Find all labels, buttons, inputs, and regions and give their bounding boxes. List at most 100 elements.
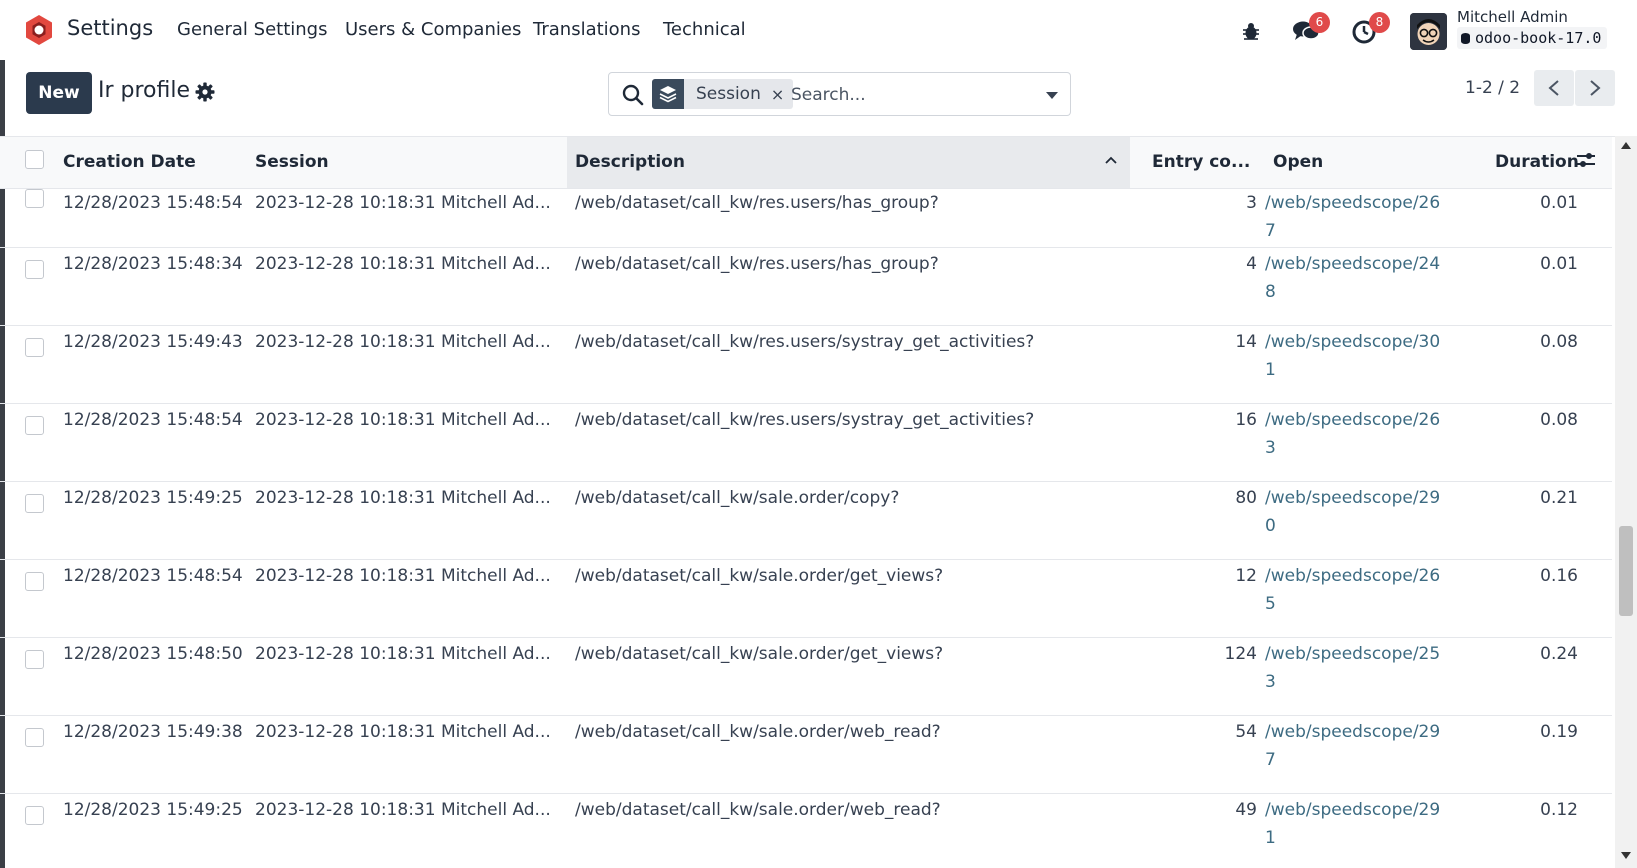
row-select-cell (0, 481, 63, 560)
cell-description: /web/dataset/call_kw/res.users/has_group… (567, 247, 1130, 326)
pager-value[interactable]: 1-2 / 2 (1465, 78, 1520, 98)
speedscope-link[interactable]: /web/speedscope/290 (1265, 484, 1445, 540)
column-entry-count[interactable]: Entry co... (1130, 137, 1265, 189)
cell-duration: 0.24 (1495, 637, 1612, 716)
facet-remove-icon[interactable]: × (771, 85, 793, 104)
database-name: odoo-book-17.0 (1457, 27, 1608, 49)
cell-session: 2023-12-28 10:18:31 Mitchell Ad... (255, 559, 567, 638)
row-select-cell (0, 325, 63, 404)
row-checkbox[interactable] (25, 649, 44, 669)
database-label: odoo-book-17.0 (1475, 29, 1602, 47)
breadcrumb: Ir profile (98, 78, 191, 103)
debug-bug-icon[interactable] (1240, 20, 1262, 42)
activities-button[interactable]: 8 (1352, 12, 1390, 44)
column-description-label: Description (575, 152, 685, 173)
column-duration-label: Duration (1495, 152, 1579, 173)
row-checkbox[interactable] (25, 337, 44, 357)
gear-icon[interactable] (195, 82, 215, 102)
speedscope-link[interactable]: /web/speedscope/248 (1265, 250, 1445, 306)
menu-translations[interactable]: Translations (533, 19, 640, 40)
scrollbar-thumb[interactable] (1619, 526, 1633, 616)
row-checkbox[interactable] (25, 571, 44, 591)
speedscope-link[interactable]: /web/speedscope/301 (1265, 328, 1445, 384)
column-creation-date[interactable]: Creation Date (63, 137, 255, 189)
cell-session: 2023-12-28 10:18:31 Mitchell Ad... (255, 188, 567, 248)
column-description[interactable]: Description (567, 137, 1130, 189)
speedscope-link[interactable]: /web/speedscope/265 (1265, 562, 1445, 618)
speedscope-link[interactable]: /web/speedscope/267 (1265, 189, 1445, 245)
row-select-cell (0, 403, 63, 482)
new-button[interactable]: New (26, 72, 92, 114)
select-all-checkbox[interactable] (25, 150, 44, 170)
column-open[interactable]: Open (1265, 137, 1495, 189)
search-options-toggle[interactable] (1033, 72, 1071, 116)
database-icon (1461, 33, 1470, 44)
chevron-left-icon (1548, 80, 1559, 96)
table-row[interactable]: 12/28/2023 15:49:43 2023-12-28 10:18:31 M… (0, 325, 1612, 404)
row-checkbox[interactable] (25, 415, 44, 435)
optional-columns-icon[interactable] (1576, 151, 1596, 169)
column-duration[interactable]: Duration (1495, 137, 1612, 189)
row-select-cell (0, 715, 63, 794)
row-checkbox[interactable] (25, 727, 44, 747)
cell-creation-date: 12/28/2023 15:49:38 (63, 715, 255, 794)
cell-creation-date: 12/28/2023 15:48:34 (63, 247, 255, 326)
search-icon[interactable] (621, 83, 645, 107)
cell-open: /web/speedscope/263 (1265, 403, 1495, 482)
pager-next-button[interactable] (1575, 70, 1615, 106)
table-row[interactable]: 12/28/2023 15:49:25 2023-12-28 10:18:31 M… (0, 793, 1612, 868)
user-avatar[interactable] (1410, 13, 1447, 50)
column-session[interactable]: Session (255, 137, 567, 189)
app-logo-icon[interactable] (22, 13, 56, 47)
cell-creation-date: 12/28/2023 15:48:54 (63, 188, 255, 248)
search-bar: Session × (608, 72, 1034, 116)
row-checkbox[interactable] (25, 188, 44, 208)
row-checkbox[interactable] (25, 805, 44, 825)
cell-session: 2023-12-28 10:18:31 Mitchell Ad... (255, 637, 567, 716)
top-navbar: Settings General Settings Users & Compan… (0, 0, 1637, 60)
table-row[interactable]: 12/28/2023 15:48:50 2023-12-28 10:18:31 M… (0, 637, 1612, 716)
row-checkbox[interactable] (25, 259, 44, 279)
menu-users-companies[interactable]: Users & Companies (345, 19, 521, 40)
table-row[interactable]: 12/28/2023 15:48:34 2023-12-28 10:18:31 M… (0, 247, 1612, 326)
cell-session: 2023-12-28 10:18:31 Mitchell Ad... (255, 481, 567, 560)
table-row[interactable]: 12/28/2023 15:48:54 2023-12-28 10:18:31 M… (0, 188, 1612, 248)
cell-creation-date: 12/28/2023 15:49:25 (63, 481, 255, 560)
cell-entry-count: 49 (1130, 793, 1265, 868)
cell-entry-count: 14 (1130, 325, 1265, 404)
menu-general-settings[interactable]: General Settings (177, 19, 328, 40)
search-facet: Session × (652, 79, 794, 109)
row-checkbox[interactable] (25, 493, 44, 513)
menu-technical[interactable]: Technical (663, 19, 746, 40)
cell-open: /web/speedscope/253 (1265, 637, 1495, 716)
profile-table: Creation Date Session Description Entry … (0, 137, 1612, 868)
cell-description: /web/dataset/call_kw/sale.order/get_view… (567, 637, 1130, 716)
select-all-cell (0, 137, 63, 189)
cell-session: 2023-12-28 10:18:31 Mitchell Ad... (255, 247, 567, 326)
cell-open: /web/speedscope/248 (1265, 247, 1495, 326)
pager-previous-button[interactable] (1534, 70, 1574, 106)
scroll-down-arrow-icon[interactable] (1621, 852, 1631, 859)
table-row[interactable]: 12/28/2023 15:48:54 2023-12-28 10:18:31 M… (0, 403, 1612, 482)
speedscope-link[interactable]: /web/speedscope/263 (1265, 406, 1445, 462)
user-name[interactable]: Mitchell Admin (1457, 8, 1568, 26)
cell-description: /web/dataset/call_kw/res.users/systray_g… (567, 403, 1130, 482)
vertical-scrollbar[interactable] (1615, 136, 1637, 868)
table-row[interactable]: 12/28/2023 15:48:54 2023-12-28 10:18:31 M… (0, 559, 1612, 638)
speedscope-link[interactable]: /web/speedscope/297 (1265, 718, 1445, 774)
table-row[interactable]: 12/28/2023 15:49:38 2023-12-28 10:18:31 M… (0, 715, 1612, 794)
cell-entry-count: 3 (1130, 188, 1265, 248)
search-input[interactable] (791, 82, 1021, 108)
scroll-up-arrow-icon[interactable] (1621, 142, 1631, 149)
app-title[interactable]: Settings (67, 16, 153, 40)
cell-description: /web/dataset/call_kw/sale.order/copy? (567, 481, 1130, 560)
speedscope-link[interactable]: /web/speedscope/253 (1265, 640, 1445, 696)
cell-open: /web/speedscope/291 (1265, 793, 1495, 868)
cell-duration: 0.21 (1495, 481, 1612, 560)
messages-button[interactable]: 6 (1292, 12, 1330, 44)
cell-duration: 0.08 (1495, 403, 1612, 482)
table-row[interactable]: 12/28/2023 15:49:25 2023-12-28 10:18:31 M… (0, 481, 1612, 560)
cell-duration: 0.12 (1495, 793, 1612, 868)
cell-open: /web/speedscope/297 (1265, 715, 1495, 794)
speedscope-link[interactable]: /web/speedscope/291 (1265, 796, 1445, 852)
